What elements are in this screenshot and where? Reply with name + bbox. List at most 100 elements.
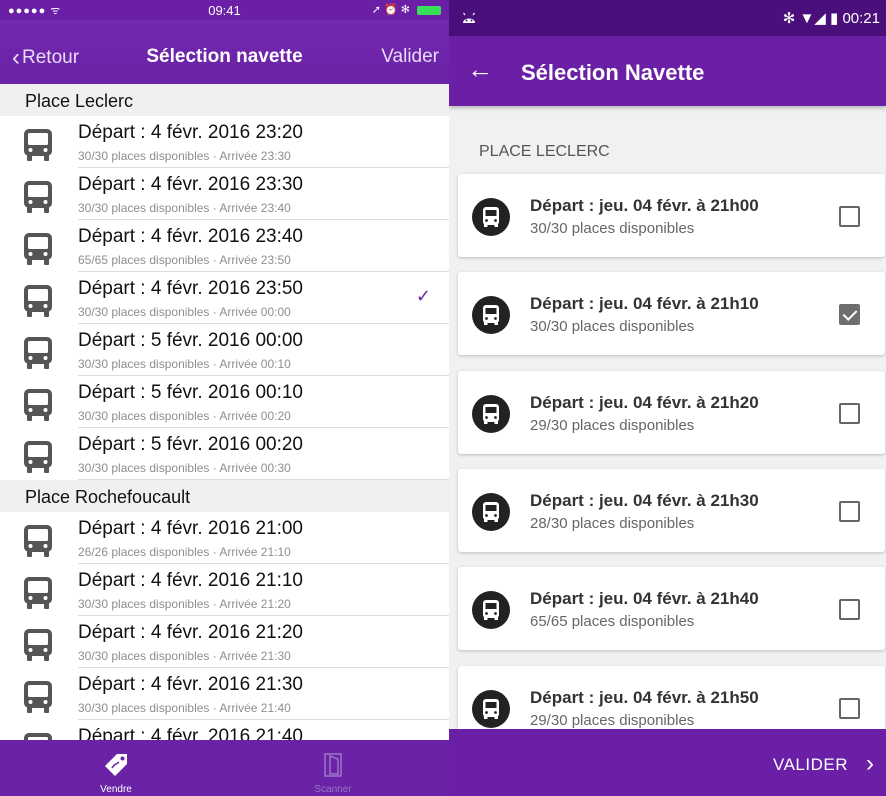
shuttle-list: Place Leclerc Départ : 4 févr. 2016 23:20… <box>0 84 449 772</box>
select-checkbox[interactable] <box>839 698 860 719</box>
departure-label: Départ : jeu. 04 févr. à 21h40 <box>530 589 759 608</box>
ios-screen: ●●●●● ᯤ 09:41 ➚ ⏰ ✻ ‹ Retour Sélection na… <box>0 0 449 796</box>
departure-label: Départ : jeu. 04 févr. à 21h00 <box>530 196 759 215</box>
availability-label: 30/30 places disponibles · Arrivée 00:00 <box>78 305 291 319</box>
row-divider <box>78 479 449 480</box>
availability-label: 30/30 places disponibles · Arrivée 21:30 <box>78 649 291 663</box>
bus-icon <box>22 180 54 214</box>
shuttle-card[interactable]: Départ : jeu. 04 févr. à 21h00 30/30 plac… <box>458 174 885 257</box>
bus-icon <box>22 232 54 266</box>
departure-label: Départ : 5 févr. 2016 00:10 <box>78 382 303 403</box>
bus-icon <box>472 198 510 236</box>
status-glyphs: ✻ ▼◢ <box>782 10 826 27</box>
chevron-right-icon[interactable]: › <box>866 750 874 778</box>
shuttle-row[interactable]: Départ : 4 févr. 2016 21:20 30/30 places … <box>0 616 449 668</box>
availability-label: 65/65 places disponibles · Arrivée 23:50 <box>78 253 291 267</box>
departure-label: Départ : jeu. 04 févr. à 21h20 <box>530 393 759 412</box>
shuttle-row[interactable]: Départ : 4 févr. 2016 23:30 30/30 places … <box>0 168 449 220</box>
departure-label: Départ : jeu. 04 févr. à 21h50 <box>530 688 759 707</box>
ios-nav-bar: ‹ Retour Sélection navette Valider <box>0 20 449 84</box>
bus-icon <box>22 628 54 662</box>
bus-icon <box>22 576 54 610</box>
android-screen: ✻ ▼◢ ▮ 00:21 ← Sélection Navette PLACE L… <box>449 0 886 796</box>
shuttle-card[interactable]: Départ : jeu. 04 févr. à 21h40 65/65 plac… <box>458 567 885 650</box>
shuttle-row[interactable]: Départ : 5 févr. 2016 00:00 30/30 places … <box>0 324 449 376</box>
availability-label: 30/30 places disponibles · Arrivée 00:20 <box>78 409 291 423</box>
tab-sell-label: Vendre <box>100 784 132 795</box>
bus-icon <box>472 690 510 728</box>
availability-label: 30/30 places disponibles · Arrivée 23:40 <box>78 201 291 215</box>
battery-icon: ▮ <box>830 10 839 27</box>
departure-label: Départ : 4 févr. 2016 21:20 <box>78 622 303 643</box>
section-header: Place Rochefoucault <box>0 480 449 512</box>
tag-icon <box>105 754 127 776</box>
select-checkbox[interactable] <box>839 599 860 620</box>
shuttle-card[interactable]: Départ : jeu. 04 févr. à 21h20 29/30 plac… <box>458 371 885 454</box>
availability-label: 30/30 places disponibles · Arrivée 21:20 <box>78 597 291 611</box>
tab-bar: Vendre Scanner <box>0 740 449 796</box>
checkmark-icon: ✓ <box>415 286 431 306</box>
availability-label: 29/30 places disponibles <box>530 712 695 729</box>
bus-icon <box>472 296 510 334</box>
battery-icon <box>417 5 441 15</box>
shuttle-row[interactable]: Départ : 5 févr. 2016 00:10 30/30 places … <box>0 376 449 428</box>
bus-icon <box>472 591 510 629</box>
availability-label: 30/30 places disponibles · Arrivée 00:10 <box>78 357 291 371</box>
departure-label: Départ : 4 févr. 2016 21:00 <box>78 518 303 539</box>
departure-label: Départ : 4 févr. 2016 21:10 <box>78 570 303 591</box>
bus-icon <box>22 284 54 318</box>
shuttle-row[interactable]: Départ : 4 févr. 2016 21:10 30/30 places … <box>0 564 449 616</box>
departure-label: Départ : jeu. 04 févr. à 21h10 <box>530 294 759 313</box>
bus-icon <box>22 336 54 370</box>
departure-label: Départ : 4 févr. 2016 23:30 <box>78 174 303 195</box>
availability-label: 29/30 places disponibles <box>530 417 695 434</box>
select-checkbox[interactable] <box>839 501 860 522</box>
departure-label: Départ : 4 févr. 2016 23:40 <box>78 226 303 247</box>
shuttle-card[interactable]: Départ : jeu. 04 févr. à 21h10 30/30 plac… <box>458 272 885 355</box>
departure-label: Départ : 4 févr. 2016 23:50 <box>78 278 303 299</box>
tab-scanner-label: Scanner <box>314 784 352 795</box>
shuttle-card[interactable]: Départ : jeu. 04 févr. à 21h30 28/30 plac… <box>458 469 885 552</box>
tab-sell[interactable]: Vendre <box>56 740 176 796</box>
departure-label: Départ : 4 févr. 2016 21:30 <box>78 674 303 695</box>
app-bar: ← Sélection Navette <box>449 36 886 106</box>
section-header: Place Leclerc <box>0 84 449 116</box>
availability-label: 30/30 places disponibles · Arrivée 23:30 <box>78 149 291 163</box>
availability-label: 30/30 places disponibles <box>530 220 695 237</box>
validate-button[interactable]: VALIDER <box>773 755 848 775</box>
section-title: PLACE LECLERC <box>479 143 610 160</box>
android-status-right: ✻ ▼◢ ▮ 00:21 <box>783 9 880 27</box>
availability-label: 30/30 places disponibles <box>530 318 695 335</box>
status-time: 00:21 <box>842 10 880 27</box>
status-glyphs: ➚ ⏰ ✻ <box>371 4 410 16</box>
availability-label: 28/30 places disponibles <box>530 515 695 532</box>
shuttle-row[interactable]: Départ : 4 févr. 2016 23:40 65/65 places … <box>0 220 449 272</box>
tab-scanner[interactable]: Scanner <box>273 740 393 796</box>
bottom-action-bar: VALIDER › <box>449 729 886 796</box>
shuttle-row[interactable]: Départ : 4 févr. 2016 21:30 30/30 places … <box>0 668 449 720</box>
shuttle-row[interactable]: Départ : 4 févr. 2016 23:20 30/30 places … <box>0 116 449 168</box>
departure-label: Départ : 5 févr. 2016 00:20 <box>78 434 303 455</box>
departure-label: Départ : jeu. 04 févr. à 21h30 <box>530 491 759 510</box>
validate-button[interactable]: Valider <box>381 46 439 68</box>
bus-icon <box>22 128 54 162</box>
shuttle-row[interactable]: Départ : 5 févr. 2016 00:20 30/30 places … <box>0 428 449 480</box>
bus-icon <box>472 395 510 433</box>
availability-label: 65/65 places disponibles <box>530 613 695 630</box>
ios-status-bar: ●●●●● ᯤ 09:41 ➚ ⏰ ✻ <box>0 0 449 20</box>
select-checkbox[interactable] <box>839 403 860 424</box>
select-checkbox[interactable] <box>839 304 860 325</box>
shuttle-row[interactable]: Départ : 4 févr. 2016 23:50 30/30 places … <box>0 272 449 324</box>
bus-icon <box>22 680 54 714</box>
back-arrow-icon[interactable]: ← <box>467 54 493 85</box>
android-robot-icon <box>463 12 475 23</box>
android-status-bar: ✻ ▼◢ ▮ 00:21 <box>449 0 886 36</box>
bus-icon <box>22 524 54 558</box>
status-icons: ➚ ⏰ ✻ <box>372 3 441 16</box>
shuttle-row[interactable]: Départ : 4 févr. 2016 21:00 26/26 places … <box>0 512 449 564</box>
select-checkbox[interactable] <box>839 206 860 227</box>
availability-label: 26/26 places disponibles · Arrivée 21:10 <box>78 545 291 559</box>
departure-label: Départ : 4 févr. 2016 23:20 <box>78 122 303 143</box>
door-icon <box>324 753 342 777</box>
page-title: Sélection Navette <box>521 60 705 85</box>
